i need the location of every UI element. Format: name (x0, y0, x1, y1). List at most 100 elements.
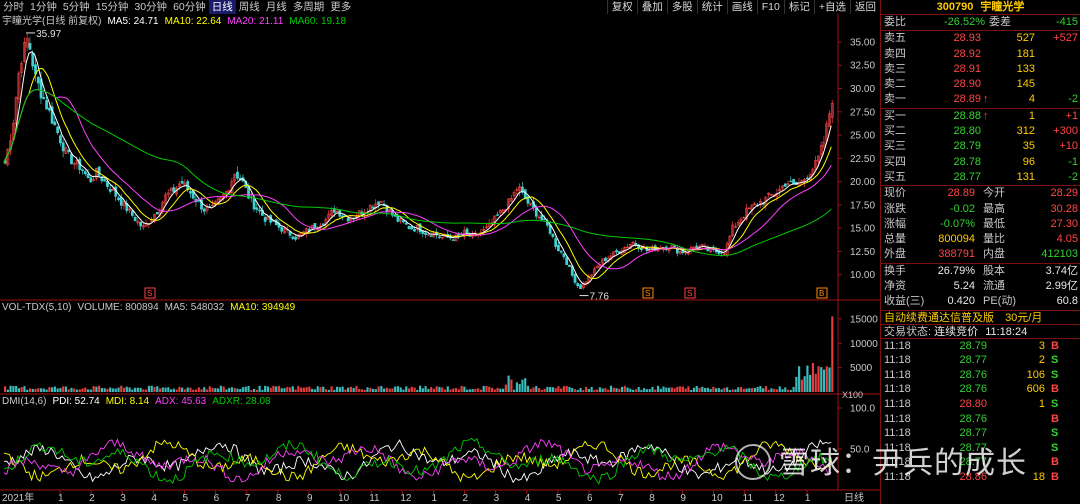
candle-body (89, 177, 93, 183)
volume-bar (762, 388, 765, 392)
mdi-line (3, 439, 832, 483)
stat-value: -0.02 (949, 202, 975, 215)
volume-bar (515, 382, 518, 392)
volume-bar (590, 386, 593, 392)
period-tab-10[interactable]: 更多 (327, 0, 354, 14)
book-row[interactable]: 卖三 28.91 133 (881, 62, 1080, 77)
volume-bar (283, 388, 286, 392)
price-tick-label: 22.50 (850, 154, 875, 165)
toolbar-button-1[interactable]: 叠加 (636, 0, 667, 14)
period-tab-4[interactable]: 30分钟 (131, 0, 170, 14)
book-row[interactable]: 买三 28.79 35 +10 (881, 139, 1080, 154)
tick-time: 11:18 (884, 398, 911, 411)
book-row[interactable]: 卖四 28.92 181 (881, 47, 1080, 62)
volume-bar (571, 388, 574, 392)
volume-bar (537, 388, 541, 392)
volume-bar (363, 389, 366, 392)
book-row[interactable]: 卖二 28.90 145 (881, 77, 1080, 92)
book-row[interactable]: 卖一 28.89 ↑ 4 -2 (881, 92, 1080, 107)
candle-body (86, 173, 90, 179)
book-row[interactable]: 买二 28.80 312 +300 (881, 124, 1080, 139)
book-row[interactable]: 卖五 28.93 527 +527 (881, 31, 1080, 46)
stat-row: 净资 5.24 流通 2.99亿 (881, 279, 1080, 294)
volume-bar (131, 389, 134, 392)
subscription-ad[interactable]: 自动续费通达信普及版 30元/月 (881, 309, 1080, 325)
volume-bar (551, 387, 554, 392)
period-tab-0[interactable]: 分时 (0, 0, 27, 14)
volume-bar (698, 387, 701, 392)
period-tab-1[interactable]: 1分钟 (27, 0, 60, 14)
stat-value: 60.8 (1056, 295, 1078, 308)
candle-body (404, 222, 408, 225)
volume-bar (820, 367, 823, 392)
volume-tick-label: 5000 (850, 363, 873, 374)
kline-chart[interactable]: 10.00 12.50 15.00 17.50 20.00 22.50 25.00 27.50… (0, 14, 880, 504)
volume-bar (64, 386, 68, 392)
book-row[interactable]: 买一 28.88 ↑ 1 +1 (881, 109, 1080, 124)
volume-bar (56, 388, 59, 392)
toolbar-button-4[interactable]: 画线 (726, 0, 757, 14)
period-tab-3[interactable]: 15分钟 (93, 0, 132, 14)
candle-body (202, 208, 206, 212)
volume-bar (272, 385, 275, 392)
volume-bar (322, 386, 325, 392)
stat-row: 涨幅 -0.07% 最低 27.30 (881, 217, 1080, 232)
volume-bar (261, 389, 264, 392)
toolbar-button-3[interactable]: 统计 (696, 0, 727, 14)
price-tick-label: 12.50 (850, 247, 875, 258)
period-tab-9[interactable]: 多周期 (290, 0, 328, 14)
period-tab-8[interactable]: 月线 (263, 0, 290, 14)
toolbar-button-5[interactable]: F10 (756, 0, 784, 14)
volume-bar (490, 387, 494, 392)
volume-bar (34, 388, 37, 392)
candle-body (673, 245, 676, 247)
volume-bar (811, 362, 815, 392)
volume-bar (175, 389, 178, 392)
volume-bar (31, 388, 34, 392)
x-axis-tick-label: 9 (680, 493, 686, 504)
candle-body (451, 239, 455, 241)
book-volume: 527 (1016, 32, 1035, 45)
book-row[interactable]: 买四 28.78 96 -1 (881, 155, 1080, 170)
volume-bar (615, 388, 618, 392)
volume-bar (26, 389, 29, 392)
volume-bar (526, 385, 530, 392)
x-axis-tick-label: 1 (431, 493, 437, 504)
stat-value: 4.05 (1056, 233, 1078, 246)
chart-area[interactable]: 10.00 12.50 15.00 17.50 20.00 22.50 25.00 27.50… (0, 14, 880, 504)
stat-row: 现价 28.89 今开 28.29 (881, 186, 1080, 201)
candle-body (45, 100, 48, 110)
volume-bar (197, 387, 200, 392)
volume-bar (147, 385, 151, 392)
stat-label: 量比 (983, 233, 1005, 246)
period-tab-5[interactable]: 60分钟 (170, 0, 209, 14)
book-row[interactable]: 买五 28.77 131 -2 (881, 170, 1080, 185)
volume-bar (709, 388, 712, 392)
toolbar-button-8[interactable]: 返回 (850, 0, 880, 14)
toolbar-button-2[interactable]: 多股 (666, 0, 697, 14)
candle-body (534, 208, 538, 217)
toolbar-button-7[interactable]: +自选 (813, 0, 850, 14)
period-tab-7[interactable]: 周线 (236, 0, 263, 14)
dmi-legend-title: DMI(14,6) (2, 396, 47, 407)
dmi-tick-label: 100.0 (850, 404, 875, 415)
volume-bar (460, 385, 463, 392)
stat-label: 最高 (983, 202, 1005, 215)
volume-bar (136, 387, 139, 392)
candle-body (83, 171, 87, 175)
period-tab-2[interactable]: 5分钟 (60, 0, 93, 14)
volume-bar (510, 379, 513, 392)
volume-bar (330, 386, 333, 392)
toolbar-button-0[interactable]: 复权 (606, 0, 637, 14)
event-marker-label: S (147, 289, 152, 298)
book-label: 卖五 (884, 32, 906, 45)
tick-volume: 3 (1038, 339, 1045, 352)
tick-side: S (1051, 368, 1059, 381)
stat-row: 涨跌 -0.02 最高 30.28 (881, 202, 1080, 217)
volume-bar (100, 387, 103, 392)
volume-bar (37, 388, 40, 392)
toolbar-button-6[interactable]: 标记 (783, 0, 814, 14)
book-price: 28.80 (953, 125, 981, 138)
stat-value: 3.74亿 (1045, 264, 1078, 277)
period-tab-6[interactable]: 日线 (208, 0, 236, 14)
